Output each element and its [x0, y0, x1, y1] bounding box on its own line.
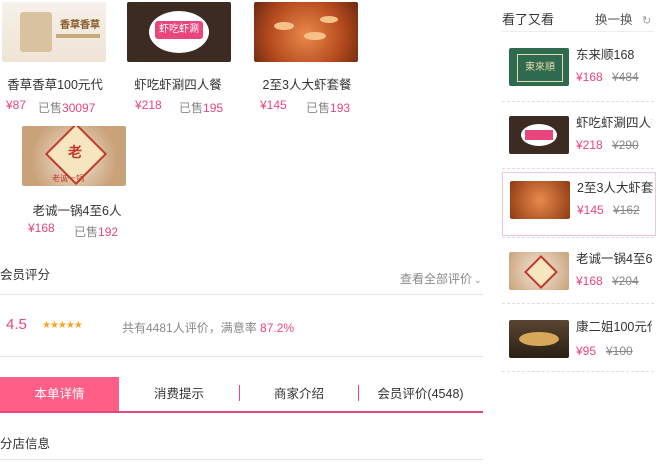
rating-score: 4.5: [6, 316, 27, 333]
product-price: ¥218: [135, 98, 162, 112]
tab-label: 会员评价(4548): [377, 387, 464, 401]
thumb-brand-text: 老诚一锅: [52, 174, 84, 183]
star-rating-icon: ★★★★★: [42, 320, 83, 331]
rating-summary-text: 共有4481人评价，满意率: [122, 321, 257, 335]
refresh-icon: ↻: [642, 15, 652, 27]
thumb-seal-text: 老: [68, 144, 82, 160]
recommend-thumbnail: [509, 252, 569, 290]
recommend-price: ¥145: [577, 203, 604, 217]
tab-consumption-tips[interactable]: 消费提示: [119, 377, 239, 411]
product-sold: 已售195: [179, 101, 224, 115]
product-title[interactable]: 虾吃虾涮四人餐: [123, 74, 233, 93]
divider: [0, 294, 483, 295]
recommend-old-price: ¥204: [612, 274, 639, 288]
cup-icon: [20, 12, 52, 52]
divider: [502, 371, 654, 372]
recommend-old-price: ¥162: [613, 203, 640, 217]
recommend-name: 老诚一锅4至6人餐: [576, 252, 652, 264]
recommend-name: 康二姐100元代金券: [576, 320, 652, 332]
rating-section-title: 会员评分: [0, 268, 51, 282]
product-sold: 已售192: [74, 225, 119, 239]
recommend-name: 虾吃虾涮四人餐: [576, 116, 652, 128]
product-title[interactable]: 2至3人大虾套餐: [252, 74, 362, 93]
divider: [502, 303, 654, 304]
recommend-price: ¥95: [576, 344, 597, 358]
thumb-brand-text: 東來順: [517, 54, 563, 82]
recommend-item[interactable]: 老诚一锅4至6人餐 ¥168 ¥204: [502, 244, 654, 306]
recommend-old-price: ¥484: [612, 70, 639, 84]
product-thumbnail[interactable]: [254, 2, 358, 62]
shrimp-shape: [304, 32, 326, 40]
tab-deal-details[interactable]: 本单详情: [0, 377, 119, 411]
product-sold: 已售193: [306, 101, 351, 115]
recommend-thumbnail: [509, 116, 569, 154]
recommend-name: 2至3人大虾套餐: [577, 181, 653, 193]
view-all-reviews-link[interactable]: 查看全部评价 ⌄: [400, 270, 482, 287]
divider: [502, 101, 654, 102]
thumb-brand-text: 香草香草: [60, 20, 100, 31]
product-thumbnail[interactable]: 老 老诚一锅: [22, 126, 126, 186]
tab-separator: [239, 385, 240, 401]
product-thumbnail[interactable]: 香草香草: [2, 2, 106, 62]
product-price: ¥168: [28, 221, 55, 235]
recommend-thumbnail: 東來順: [509, 48, 569, 86]
recommend-item[interactable]: 東來順 东来顺168 ¥168 ¥484: [502, 40, 654, 102]
thumb-bar: [56, 34, 100, 38]
thumb-brand-text: 虾吃虾涮: [155, 21, 203, 39]
product-price: ¥145: [260, 98, 287, 112]
recommend-price: ¥218: [576, 138, 603, 152]
recommend-old-price: ¥290: [612, 138, 639, 152]
tab-member-reviews[interactable]: 会员评价(4548): [358, 377, 483, 411]
product-card[interactable]: 老 老诚一锅 老诚一锅4至6人 ¥168 已售192: [22, 126, 140, 239]
view-all-label: 查看全部评价: [400, 272, 473, 286]
recommend-thumbnail: [509, 320, 569, 358]
tab-merchant-intro[interactable]: 商家介绍: [239, 377, 359, 411]
tab-separator: [358, 385, 359, 401]
tab-label: 商家介绍: [273, 387, 324, 401]
detail-tabs: 本单详情 消费提示 商家介绍 会员评价(4548): [0, 377, 483, 413]
recommend-price: ¥168: [576, 70, 603, 84]
recommend-item[interactable]: 2至3人大虾套餐 ¥145 ¥162: [502, 172, 656, 236]
divider: [0, 356, 483, 357]
sidebar-title: 看了又看: [502, 12, 555, 27]
product-title[interactable]: 香草香草100元代: [0, 74, 110, 93]
product-price: ¥87: [6, 98, 27, 112]
recommend-old-price: ¥100: [606, 344, 633, 358]
chevron-down-icon: ⌄: [474, 275, 482, 285]
shrimp-shape: [274, 22, 294, 30]
food-shape: [519, 332, 559, 346]
recommend-price: ¥168: [576, 274, 603, 288]
product-card[interactable]: 2至3人大虾套餐 ¥145 已售193: [254, 2, 372, 115]
satisfaction-rate: 87.2%: [260, 321, 295, 335]
logo-bar: [525, 130, 553, 140]
divider: [502, 31, 654, 32]
rating-summary: 共有4481人评价，满意率 87.2%: [122, 319, 294, 336]
recommend-thumbnail: [510, 181, 570, 219]
product-card[interactable]: 香草香草 香草香草100元代 ¥87 已售30097: [0, 2, 118, 115]
divider: [502, 168, 654, 169]
recommend-name: 东来顺168: [576, 48, 635, 60]
product-title[interactable]: 老诚一锅4至6人: [22, 200, 132, 219]
recommend-item[interactable]: 虾吃虾涮四人餐 ¥218 ¥290: [502, 108, 654, 170]
product-sold: 已售30097: [38, 101, 96, 115]
branch-info-title: 分店信息: [0, 437, 51, 451]
product-card[interactable]: 虾吃虾涮 虾吃虾涮四人餐 ¥218 已售195: [127, 2, 245, 115]
recommend-item[interactable]: 康二姐100元代金券 ¥95 ¥100: [502, 312, 654, 374]
logo-badge: [524, 255, 558, 289]
divider: [502, 237, 654, 238]
swap-button[interactable]: 换一换 ↻: [595, 9, 651, 28]
swap-label: 换一换: [595, 13, 633, 27]
product-thumbnail[interactable]: 虾吃虾涮: [127, 2, 231, 62]
divider: [0, 459, 483, 460]
shrimp-shape: [320, 16, 338, 23]
